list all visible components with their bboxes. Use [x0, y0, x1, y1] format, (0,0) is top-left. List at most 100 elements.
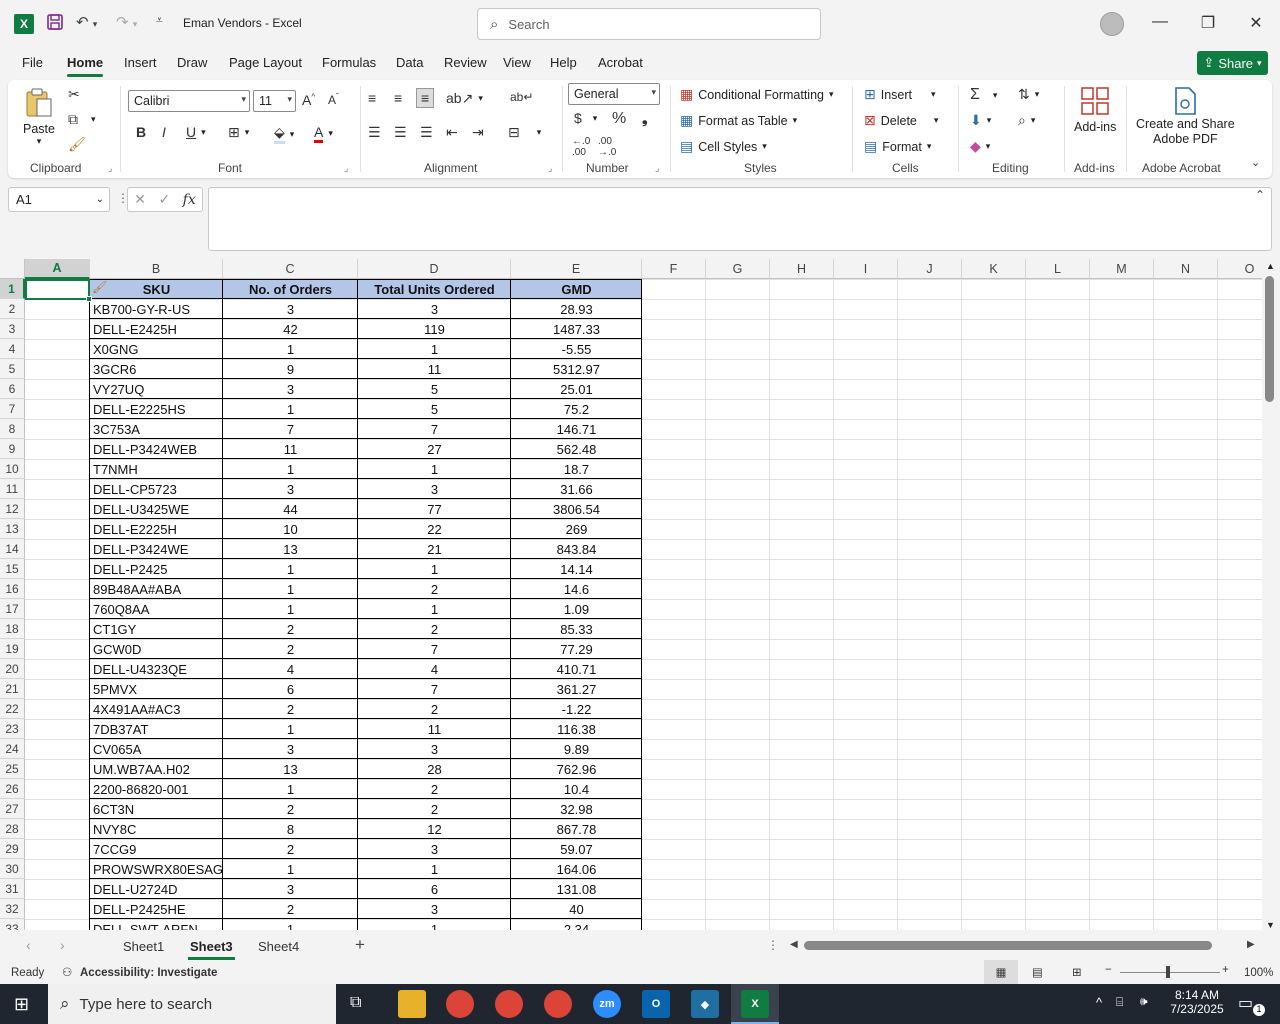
sku-cell[interactable]: 3GCR6 [90, 359, 223, 379]
column-header-f[interactable]: F [642, 259, 706, 279]
table-cell[interactable]: 1 [358, 919, 511, 931]
row-header[interactable]: 26 [0, 779, 25, 799]
table-cell[interactable]: 27 [358, 439, 511, 459]
page-break-view-icon[interactable]: ⊞ [1072, 965, 1082, 979]
row-header[interactable]: 9 [0, 439, 25, 459]
excel-taskbar-button[interactable]: X [731, 984, 779, 1024]
table-cell[interactable]: 1 [223, 459, 358, 479]
increase-font-icon[interactable]: A^ [302, 92, 315, 108]
row-header[interactable]: 3 [0, 319, 25, 339]
row-header[interactable]: 12 [0, 499, 25, 519]
sku-cell[interactable]: CV065A [90, 739, 223, 759]
column-header-o[interactable]: O [1218, 259, 1262, 279]
tab-view[interactable]: View [503, 55, 531, 70]
notification-icon[interactable]: ▭ [1238, 993, 1253, 1013]
table-cell[interactable]: 3 [223, 379, 358, 399]
table-cell[interactable]: 5 [358, 379, 511, 399]
sku-cell[interactable]: DELL-P2425HE [90, 899, 223, 919]
align-bottom-icon[interactable]: ≡ [416, 88, 435, 108]
collapse-formula-icon[interactable]: ⌃ [1255, 188, 1265, 202]
scroll-up-icon[interactable]: ▲ [1266, 261, 1275, 271]
table-cell[interactable]: 21 [358, 539, 511, 559]
sku-cell[interactable]: KB700-GY-R-US [90, 299, 223, 319]
row-header[interactable]: 32 [0, 899, 25, 919]
confirm-entry-icon[interactable]: ✓ [158, 191, 170, 208]
row-header[interactable]: 33 [0, 919, 25, 930]
sku-cell[interactable]: 5PMVX [90, 679, 223, 699]
taskbar-search[interactable]: ⌕ Type here to search [48, 984, 336, 1024]
add-ins-button[interactable]: Add-ins [1074, 86, 1116, 134]
table-cell[interactable]: 1 [223, 859, 358, 879]
horizontal-scroll-thumb[interactable] [804, 941, 1212, 950]
row-header[interactable]: 16 [0, 579, 25, 599]
column-header-j[interactable]: J [898, 259, 962, 279]
fill-icon[interactable]: ⬇ ▾ [970, 112, 991, 129]
font-size-select[interactable]: 11 ▾ [253, 90, 296, 112]
table-cell[interactable]: 14.14 [511, 559, 642, 579]
align-right-icon[interactable]: ☰ [420, 124, 433, 141]
sku-cell[interactable]: CT1GY [90, 619, 223, 639]
decrease-font-icon[interactable]: Aˇ [328, 92, 339, 107]
scroll-left-icon[interactable]: ◀ [790, 939, 798, 950]
tab-split-handle[interactable]: ⋮ [767, 938, 779, 952]
cut-icon[interactable]: ✂ [68, 86, 80, 103]
table-cell[interactable]: 12 [358, 819, 511, 839]
row-header[interactable]: 11 [0, 479, 25, 499]
worksheet-grid[interactable]: A B C D E F G H I J K L M N O 1 2 3 4 5 6 7 8 9 10 11 12 13 14 15 16 17… [0, 259, 1262, 930]
row-header[interactable]: 24 [0, 739, 25, 759]
font-launcher-icon[interactable]: ⌟ [344, 163, 348, 174]
table-cell[interactable]: 40 [511, 899, 642, 919]
scroll-right-icon[interactable]: ▶ [1247, 939, 1255, 950]
zoom-out-icon[interactable]: − [1105, 964, 1112, 976]
select-all-corner[interactable] [0, 259, 25, 279]
table-cell[interactable]: 2 [358, 699, 511, 719]
format-cells-button[interactable]: ▤ Format ▾ [864, 138, 931, 155]
table-cell[interactable]: 10 [223, 519, 358, 539]
sku-cell[interactable]: DELL-P3424WEB [90, 439, 223, 459]
sku-cell[interactable]: PROWSWRX80ESAGE [90, 859, 223, 879]
table-cell[interactable]: 25.01 [511, 379, 642, 399]
insert-function-icon[interactable]: fx [183, 192, 196, 208]
tab-help[interactable]: Help [550, 55, 577, 70]
table-cell[interactable]: 2 [358, 779, 511, 799]
cancel-entry-icon[interactable]: ✕ [134, 191, 146, 208]
create-share-pdf-button[interactable]: Create and Share Adobe PDF [1136, 86, 1235, 146]
table-cell[interactable]: 85.33 [511, 619, 642, 639]
table-cell[interactable]: 11 [358, 719, 511, 739]
table-cell[interactable]: 3 [358, 899, 511, 919]
table-cell[interactable]: 3 [223, 879, 358, 899]
row-header[interactable]: 6 [0, 379, 25, 399]
table-cell[interactable]: 1.09 [511, 599, 642, 619]
conditional-formatting-button[interactable]: ▦ Conditional Formatting ▾ [680, 86, 834, 103]
table-cell[interactable]: 762.96 [511, 759, 642, 779]
table-cell[interactable]: -1.22 [511, 699, 642, 719]
row-header[interactable]: 2 [0, 299, 25, 319]
sku-cell[interactable]: VY27UQ [90, 379, 223, 399]
table-cell[interactable]: 77.29 [511, 639, 642, 659]
sku-cell[interactable]: 7DB37AT [90, 719, 223, 739]
sku-cell[interactable]: 2200-86820-001 [90, 779, 223, 799]
tray-chevron-icon[interactable]: ^ [1096, 995, 1102, 1010]
account-avatar[interactable] [1100, 12, 1124, 36]
table-cell[interactable]: 1 [223, 599, 358, 619]
table-cell[interactable]: 1 [358, 599, 511, 619]
bold-icon[interactable]: B [136, 124, 146, 140]
scroll-down-icon[interactable]: ▼ [1266, 920, 1275, 930]
outlook-icon[interactable]: O [642, 990, 670, 1018]
table-cell[interactable]: 843.84 [511, 539, 642, 559]
column-header-l[interactable]: L [1026, 259, 1090, 279]
table-cell[interactable]: 2.34 [511, 919, 642, 931]
zoom-in-icon[interactable]: + [1222, 964, 1229, 976]
row-header[interactable]: 30 [0, 859, 25, 879]
table-header-cell[interactable]: GMD [511, 279, 642, 299]
table-cell[interactable]: 22 [358, 519, 511, 539]
table-cell[interactable]: 7 [358, 419, 511, 439]
alignment-launcher-icon[interactable]: ⌟ [548, 163, 552, 174]
row-header[interactable]: 28 [0, 819, 25, 839]
fill-handle[interactable] [86, 296, 92, 302]
column-header-a[interactable]: A [25, 259, 90, 279]
page-layout-view-icon[interactable]: ▤ [1032, 965, 1043, 979]
sku-cell[interactable]: X0GNG [90, 339, 223, 359]
align-center-icon[interactable]: ☰ [394, 124, 407, 141]
orientation-icon[interactable]: ab↗ ▾ [446, 90, 483, 107]
